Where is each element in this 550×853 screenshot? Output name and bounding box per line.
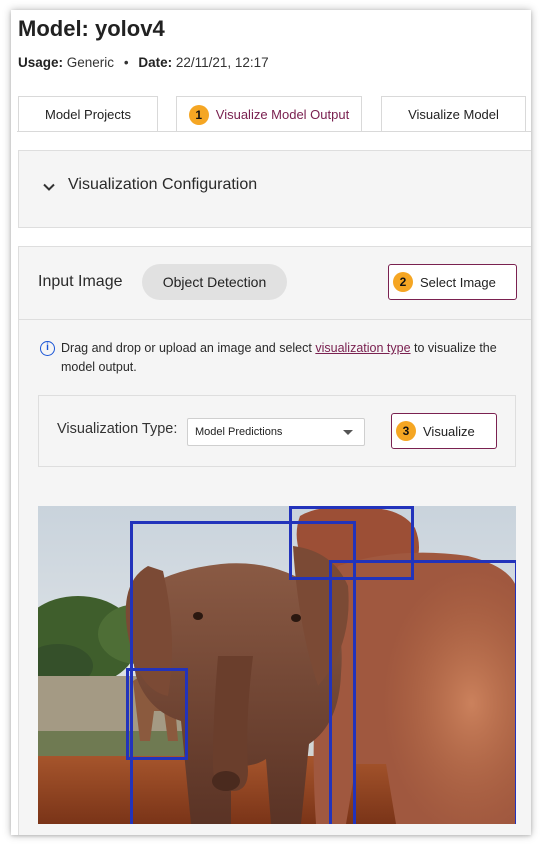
config-title: Visualization Configuration	[68, 176, 258, 193]
info-icon: i	[40, 341, 55, 356]
tab-visualize-model[interactable]: Visualize Model	[381, 96, 526, 132]
visualization-type-link[interactable]: visualization type	[315, 341, 410, 355]
tab-visualize-model-output[interactable]: 1 Visualize Model Output	[176, 96, 362, 132]
model-card: Model: yolov4 Usage: Generic • Date: 22/…	[11, 10, 531, 835]
select-image-button[interactable]: 2 Select Image	[388, 264, 517, 300]
select-image-label: Select Image	[420, 274, 496, 290]
object-detection-chip[interactable]: Object Detection	[142, 264, 287, 300]
page-title: Model: yolov4	[18, 16, 165, 41]
visualize-button[interactable]: 3 Visualize	[391, 413, 497, 449]
meta-separator: •	[123, 55, 129, 70]
model-meta: Usage: Generic • Date: 22/11/21, 12:17	[18, 55, 269, 70]
input-image-header: Input Image Object Detection 2 Select Im…	[19, 247, 531, 320]
caret-down-icon	[343, 430, 353, 435]
step-badge: 2	[393, 272, 413, 292]
tab-model-projects[interactable]: Model Projects	[18, 96, 158, 132]
tab-label: Visualize Model Output	[215, 107, 350, 122]
date-label: Date:	[138, 55, 173, 70]
input-image-title: Input Image	[38, 273, 123, 290]
visualization-config-panel[interactable]: Visualization Configuration	[18, 150, 531, 228]
visualization-type-label: Visualization Type:	[57, 421, 178, 437]
visualize-label: Visualize	[423, 423, 475, 439]
tab-panel: Visualization Configuration Input Image …	[11, 132, 531, 835]
tab-label: Model Projects	[45, 107, 131, 122]
usage-label: Usage:	[18, 55, 64, 70]
chevron-down-icon[interactable]	[41, 179, 57, 195]
tab-label: Visualize Model	[408, 107, 499, 122]
step-badge: 1	[188, 104, 209, 125]
usage-value: Generic	[66, 55, 115, 70]
date-value: 22/11/21, 12:17	[175, 55, 269, 70]
input-image-panel: Input Image Object Detection 2 Select Im…	[18, 246, 531, 835]
visualization-type-select[interactable]: Model Predictions	[187, 418, 365, 446]
info-message: i Drag and drop or upload an image and s…	[40, 339, 510, 377]
visualization-type-value: Model Predictions	[195, 426, 283, 438]
info-text-before: Drag and drop or upload an image and sel…	[61, 341, 316, 355]
elephant-photo	[38, 506, 516, 824]
step-badge: 3	[396, 421, 416, 441]
output-image	[38, 506, 516, 824]
